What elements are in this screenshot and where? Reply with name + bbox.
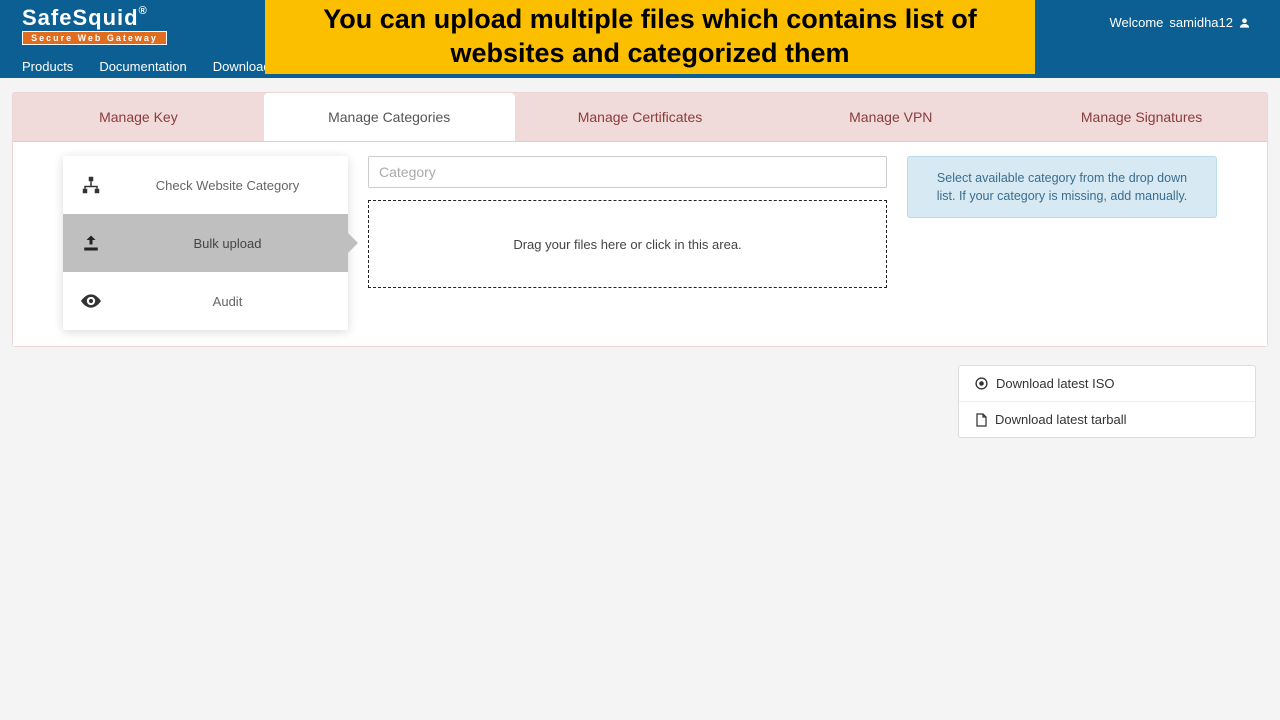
- brand-name: SafeSquid: [22, 5, 139, 30]
- download-iso-link[interactable]: Download latest ISO: [959, 366, 1255, 402]
- tab-manage-vpn[interactable]: Manage VPN: [765, 93, 1016, 141]
- welcome-text[interactable]: Welcome samidha12: [1109, 15, 1250, 30]
- card-body: Check Website Category Bulk upload Audit: [13, 141, 1267, 346]
- side-menu: Check Website Category Bulk upload Audit: [63, 156, 348, 330]
- brand-title: SafeSquid®: [22, 5, 277, 31]
- sitemap-icon: [81, 176, 101, 194]
- download-iso-label: Download latest ISO: [996, 376, 1115, 391]
- side-item-label: Check Website Category: [125, 178, 330, 193]
- side-item-label: Bulk upload: [125, 236, 330, 251]
- nav-products[interactable]: Products: [22, 59, 73, 74]
- info-column: Select available category from the drop …: [907, 156, 1217, 330]
- file-icon: [975, 413, 987, 427]
- file-dropzone[interactable]: Drag your files here or click in this ar…: [368, 200, 887, 288]
- welcome-user: samidha12: [1169, 15, 1233, 30]
- tab-bar: Manage Key Manage Categories Manage Cert…: [13, 93, 1267, 141]
- info-banner: You can upload multiple files which cont…: [265, 0, 1035, 74]
- side-item-check-category[interactable]: Check Website Category: [63, 156, 348, 214]
- brand-reg: ®: [139, 5, 148, 17]
- download-tarball-link[interactable]: Download latest tarball: [959, 402, 1255, 437]
- upload-icon: [81, 234, 101, 252]
- tab-manage-certificates[interactable]: Manage Certificates: [515, 93, 766, 141]
- nav-documentation[interactable]: Documentation: [99, 59, 186, 74]
- eye-icon: [81, 294, 101, 308]
- welcome-prefix: Welcome: [1109, 15, 1163, 30]
- side-item-audit[interactable]: Audit: [63, 272, 348, 330]
- app-header: SafeSquid® Secure Web Gateway Products D…: [0, 0, 1280, 78]
- brand-block: SafeSquid® Secure Web Gateway Products D…: [0, 0, 299, 74]
- download-tarball-label: Download latest tarball: [995, 412, 1127, 427]
- center-column: Drag your files here or click in this ar…: [368, 156, 887, 330]
- primary-nav: Products Documentation Downloads: [22, 59, 277, 74]
- side-item-bulk-upload[interactable]: Bulk upload: [63, 214, 348, 272]
- downloads-panel: Download latest ISO Download latest tarb…: [958, 365, 1256, 438]
- tab-manage-signatures[interactable]: Manage Signatures: [1016, 93, 1267, 141]
- dropzone-text: Drag your files here or click in this ar…: [513, 237, 741, 252]
- brand-tagline: Secure Web Gateway: [22, 31, 167, 45]
- side-item-label: Audit: [125, 294, 330, 309]
- user-icon: [1239, 17, 1250, 29]
- category-input[interactable]: [368, 156, 887, 188]
- page-body: Manage Key Manage Categories Manage Cert…: [0, 78, 1280, 452]
- tab-manage-categories[interactable]: Manage Categories: [264, 93, 515, 141]
- main-card: Manage Key Manage Categories Manage Cert…: [12, 92, 1268, 347]
- info-box: Select available category from the drop …: [907, 156, 1217, 218]
- disc-icon: [975, 377, 988, 390]
- tab-manage-key[interactable]: Manage Key: [13, 93, 264, 141]
